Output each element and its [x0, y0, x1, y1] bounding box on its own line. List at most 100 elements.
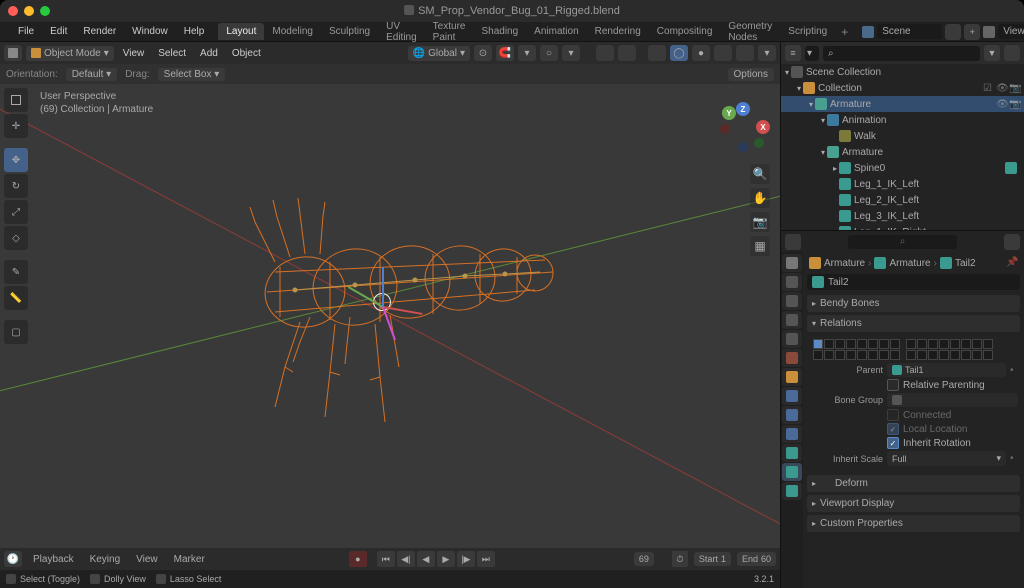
anim-dot-icon[interactable]: •: [1010, 365, 1018, 376]
perspective-toggle[interactable]: ▦: [750, 236, 770, 256]
timeline-editor-type[interactable]: 🕐: [4, 551, 22, 567]
tool-rotate[interactable]: ↻: [4, 174, 28, 198]
outliner-armature-object[interactable]: ▾ Armature 👁📷: [781, 96, 1024, 112]
outliner-bone-spine0[interactable]: ▸ Spine0: [781, 160, 1024, 176]
workspace-scripting[interactable]: Scripting: [780, 23, 835, 40]
panel-bendy-bones[interactable]: ▸Bendy Bones: [807, 295, 1020, 312]
snap-toggle[interactable]: 🧲: [496, 45, 514, 61]
properties-search[interactable]: ⌕: [848, 235, 957, 249]
tab-scene[interactable]: [782, 330, 802, 348]
orientation-dropdown[interactable]: Default ▾: [66, 68, 118, 81]
menu-edit[interactable]: Edit: [44, 24, 73, 39]
deform-checkbox[interactable]: [820, 478, 831, 489]
tab-bone-constraint[interactable]: [782, 482, 802, 500]
timeline-marker-menu[interactable]: Marker: [169, 552, 210, 567]
workspace-modeling[interactable]: Modeling: [264, 23, 321, 40]
viewlayer-selector[interactable]: ViewLayer: [998, 24, 1024, 39]
tab-data-armature[interactable]: [782, 444, 802, 462]
maximize-window-button[interactable]: [40, 6, 50, 16]
relative-parenting-checkbox[interactable]: [887, 379, 899, 391]
tab-bone[interactable]: [782, 463, 802, 481]
viewport-menu-object[interactable]: Object: [227, 46, 266, 61]
shading-options[interactable]: ▾: [758, 45, 776, 61]
tool-scale[interactable]: ⤢: [4, 200, 28, 224]
tab-physics[interactable]: [782, 406, 802, 424]
render-icon[interactable]: 📷: [1009, 83, 1020, 94]
workspace-rendering[interactable]: Rendering: [587, 23, 649, 40]
shading-material[interactable]: [714, 45, 732, 61]
bone-layers[interactable]: [813, 339, 1018, 360]
tool-cursor[interactable]: ✛: [4, 114, 28, 138]
bone-group-field[interactable]: [887, 393, 1018, 407]
workspace-sculpting[interactable]: Sculpting: [321, 23, 378, 40]
pivot-button[interactable]: ⊙: [474, 45, 492, 61]
keyframe-prev-button[interactable]: ◀|: [397, 551, 415, 567]
play-reverse-button[interactable]: ◀: [417, 551, 435, 567]
tab-viewlayer[interactable]: [782, 311, 802, 329]
shading-wireframe[interactable]: ◯: [670, 45, 688, 61]
anim-dot-icon2[interactable]: •: [1010, 453, 1018, 464]
outliner-action-walk[interactable]: Walk: [781, 128, 1024, 144]
play-button[interactable]: ▶: [437, 551, 455, 567]
outliner-bone-leg3l[interactable]: Leg_3_IK_Left: [781, 208, 1024, 224]
viewport-menu-view[interactable]: View: [118, 46, 150, 61]
workspace-compositing[interactable]: Compositing: [649, 23, 721, 40]
outliner-bone-leg2l[interactable]: Leg_2_IK_Left: [781, 192, 1024, 208]
add-workspace-button[interactable]: +: [835, 25, 854, 39]
outliner-animation[interactable]: ▾ Animation: [781, 112, 1024, 128]
properties-options[interactable]: [1004, 234, 1020, 250]
tool-move[interactable]: ✥: [4, 148, 28, 172]
outliner-armature-data[interactable]: ▾ Armature: [781, 144, 1024, 160]
outliner-scene-collection[interactable]: ▾ Scene Collection: [781, 64, 1024, 80]
viewport-menu-add[interactable]: Add: [195, 46, 223, 61]
menu-help[interactable]: Help: [178, 24, 211, 39]
outliner-display-mode[interactable]: ▾: [805, 46, 819, 61]
eye-icon[interactable]: 👁: [996, 83, 1007, 94]
xray-toggle[interactable]: [648, 45, 666, 61]
workspace-animation[interactable]: Animation: [526, 23, 586, 40]
workspace-shading[interactable]: Shading: [473, 23, 526, 40]
panel-relations[interactable]: ▾Relations: [807, 315, 1020, 332]
end-frame-field[interactable]: End60: [737, 552, 776, 566]
inherit-rotation-checkbox[interactable]: [887, 437, 899, 449]
axis-y-negative[interactable]: [754, 138, 764, 148]
scene-new-button[interactable]: +: [964, 24, 980, 40]
menu-file[interactable]: File: [12, 24, 40, 39]
tool-measure[interactable]: 📏: [4, 286, 28, 310]
drag-dropdown[interactable]: Select Box ▾: [158, 68, 226, 81]
axis-y-positive[interactable]: Y: [722, 106, 736, 120]
bc-bone[interactable]: Tail2: [955, 258, 976, 269]
outliner-search[interactable]: ⌕: [823, 46, 980, 61]
jump-start-button[interactable]: ⏮: [377, 551, 395, 567]
timeline-keying-menu[interactable]: Keying: [85, 552, 126, 567]
workspace-layout[interactable]: Layout: [218, 23, 264, 40]
pan-button[interactable]: ✋: [750, 188, 770, 208]
menu-window[interactable]: Window: [126, 24, 174, 39]
tab-tool[interactable]: [782, 254, 802, 272]
jump-end-button[interactable]: ⏭: [477, 551, 495, 567]
preview-range-toggle[interactable]: ⏱: [672, 551, 688, 567]
proportional-falloff[interactable]: ▾: [562, 45, 580, 61]
outliner-collection[interactable]: ▾ Collection ☑👁📷: [781, 80, 1024, 96]
panel-viewport-display[interactable]: ▸Viewport Display: [807, 495, 1020, 512]
outliner-editor-type[interactable]: ≡: [785, 45, 801, 61]
axis-z-negative[interactable]: [738, 142, 748, 152]
axis-z-positive[interactable]: Z: [736, 102, 750, 116]
outliner-tree[interactable]: ▾ Scene Collection ▾ Collection ☑👁📷 ▾ Ar…: [781, 64, 1024, 230]
outliner-new-collection[interactable]: [1004, 45, 1020, 61]
mode-selector[interactable]: Object Mode▾: [26, 46, 114, 61]
panel-deform[interactable]: ▸Deform: [807, 475, 1020, 492]
outliner-filter-button[interactable]: ▼: [984, 45, 1000, 61]
properties-content[interactable]: Armature › Armature › Tail2 📌 Tail2: [803, 252, 1024, 588]
editor-type-button[interactable]: [4, 45, 22, 61]
bone-name-field[interactable]: Tail2: [807, 274, 1020, 290]
navigation-gizmo[interactable]: X Y Z: [718, 102, 772, 156]
render-icon[interactable]: 📷: [1009, 99, 1020, 110]
proportional-toggle[interactable]: ○: [540, 45, 558, 61]
snap-options[interactable]: ▾: [518, 45, 536, 61]
tool-select-box[interactable]: [4, 88, 28, 112]
inherit-scale-dropdown[interactable]: Full▾: [887, 451, 1006, 466]
scene-browse-button[interactable]: [945, 24, 961, 40]
properties-editor-type[interactable]: [785, 234, 801, 250]
menu-render[interactable]: Render: [77, 24, 122, 39]
